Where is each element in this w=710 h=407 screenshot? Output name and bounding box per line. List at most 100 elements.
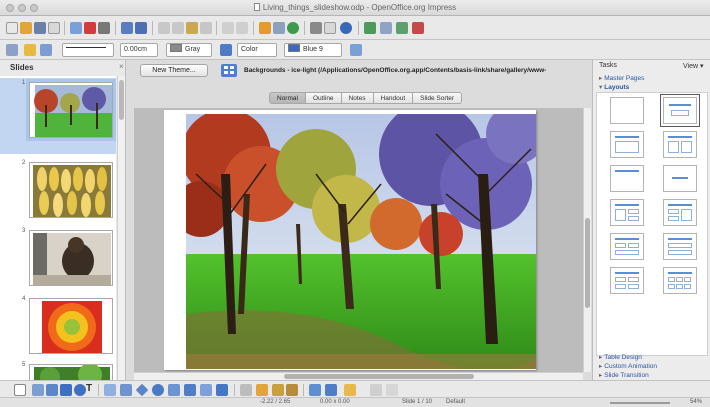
layout-title-4content[interactable] xyxy=(610,267,644,294)
save-icon[interactable] xyxy=(34,22,46,34)
gallery-icon[interactable] xyxy=(310,22,322,34)
flowchart-icon[interactable] xyxy=(184,384,196,396)
spellcheck-icon[interactable] xyxy=(121,22,133,34)
new-theme-button[interactable]: New Theme... xyxy=(140,64,208,77)
slide-thumbnail-1[interactable] xyxy=(26,79,116,141)
mail-icon[interactable] xyxy=(48,22,60,34)
gallery-toggle-icon[interactable] xyxy=(286,384,298,396)
slide-canvas[interactable] xyxy=(134,108,583,372)
tasks-view-menu[interactable]: View ▾ xyxy=(683,62,704,70)
layout-blank[interactable] xyxy=(610,97,644,124)
horizontal-scrollbar[interactable] xyxy=(134,372,583,380)
area-color-select[interactable]: Blue 9 xyxy=(284,43,342,57)
custom-animation-section[interactable]: ▸ Custom Animation xyxy=(599,362,657,370)
cut-icon[interactable] xyxy=(158,22,170,34)
layout-title-content[interactable] xyxy=(610,131,644,158)
image-from-file-icon[interactable] xyxy=(272,384,284,396)
autospellcheck-icon[interactable] xyxy=(135,22,147,34)
area-style-select[interactable]: Color xyxy=(237,43,277,57)
tab-normal[interactable]: Normal xyxy=(269,92,306,104)
line-width-field[interactable]: 0.00cm xyxy=(120,43,158,57)
layouts-section[interactable]: ▾ Layouts xyxy=(599,83,629,91)
layout-title-only[interactable] xyxy=(610,165,644,192)
master-pages-section[interactable]: ▸ Master Pages xyxy=(599,74,644,82)
arrow-line-icon[interactable] xyxy=(46,384,58,396)
export-pdf-icon[interactable] xyxy=(84,22,96,34)
autumn-trees-photo[interactable] xyxy=(186,114,536,369)
slide-layout-icon[interactable] xyxy=(396,22,408,34)
zoom-icon[interactable] xyxy=(324,22,336,34)
area-icon[interactable] xyxy=(220,44,232,56)
clone-formatting-icon[interactable] xyxy=(200,22,212,34)
chart-icon[interactable] xyxy=(259,22,271,34)
print-icon[interactable] xyxy=(98,22,110,34)
drawing-icon[interactable] xyxy=(6,44,18,56)
paste-icon[interactable] xyxy=(186,22,198,34)
crop-icon[interactable] xyxy=(386,384,398,396)
undo-icon[interactable] xyxy=(222,22,234,34)
basic-shapes-icon[interactable] xyxy=(135,383,149,397)
callouts-icon[interactable] xyxy=(200,384,212,396)
layout-title-content-2content[interactable] xyxy=(663,199,697,226)
layout-title-two-content[interactable] xyxy=(663,131,697,158)
select-arrow-icon[interactable] xyxy=(14,384,26,396)
points-icon[interactable] xyxy=(240,384,252,396)
arrow-style-icon[interactable] xyxy=(40,44,52,56)
open-folder-icon[interactable] xyxy=(20,22,32,34)
gallery-view-icon[interactable] xyxy=(221,64,237,77)
current-slide[interactable] xyxy=(164,110,536,370)
vertical-scrollbar[interactable] xyxy=(583,108,591,372)
copy-icon[interactable] xyxy=(172,22,184,34)
slide-transition-section[interactable]: ▸ Slide Transition xyxy=(599,371,649,379)
tab-handout[interactable]: Handout xyxy=(373,92,414,104)
slide-thumbnail-4[interactable] xyxy=(29,298,113,354)
redo-icon[interactable] xyxy=(236,22,248,34)
symbol-shapes-icon[interactable] xyxy=(152,384,164,396)
slides-scrollbar[interactable] xyxy=(117,76,125,380)
help-icon[interactable] xyxy=(340,22,352,34)
stars-icon[interactable] xyxy=(216,384,228,396)
zoom-slider[interactable] xyxy=(610,402,670,404)
slide-icon[interactable] xyxy=(364,22,376,34)
tab-slide-sorter[interactable]: Slide Sorter xyxy=(413,92,463,104)
line-style-select[interactable] xyxy=(62,43,114,57)
slide-thumbnail-3[interactable] xyxy=(29,230,113,286)
new-document-icon[interactable] xyxy=(6,22,18,34)
layout-title-content-over-content[interactable] xyxy=(663,233,697,260)
tab-outline[interactable]: Outline xyxy=(305,92,342,104)
arrange-icon[interactable] xyxy=(344,384,356,396)
slide-thumbnail-2[interactable] xyxy=(29,162,113,218)
align-icon[interactable] xyxy=(325,384,337,396)
layout-centered-text[interactable] xyxy=(663,165,697,192)
table-design-section[interactable]: ▸ Table Design xyxy=(599,353,642,361)
close-pane-button[interactable]: × xyxy=(119,62,124,71)
line-color-select[interactable]: Gray xyxy=(166,43,212,57)
slide-thumbnail-5[interactable] xyxy=(29,364,113,380)
scrollbar-thumb[interactable] xyxy=(284,374,474,379)
fontwork-icon[interactable] xyxy=(256,384,268,396)
shadow-toggle-icon[interactable] xyxy=(370,384,382,396)
table-icon[interactable] xyxy=(273,22,285,34)
layout-title-2content-over-content[interactable] xyxy=(610,233,644,260)
block-arrows-icon[interactable] xyxy=(168,384,180,396)
tab-notes[interactable]: Notes xyxy=(341,92,374,104)
connector-icon[interactable] xyxy=(120,384,132,396)
ellipse-icon[interactable] xyxy=(74,384,86,396)
main-editing-area: New Theme... Backgrounds - ice-light (/A… xyxy=(126,60,592,380)
presentation-icon[interactable] xyxy=(412,22,424,34)
layout-title-2content-content[interactable] xyxy=(610,199,644,226)
text-tool-icon[interactable]: T xyxy=(86,383,92,394)
scrollbar-thumb[interactable] xyxy=(119,80,124,120)
edit-file-icon[interactable] xyxy=(70,22,82,34)
line-icon[interactable] xyxy=(24,44,36,56)
line-tool-icon[interactable] xyxy=(32,384,44,396)
rectangle-icon[interactable] xyxy=(60,384,72,396)
scrollbar-thumb[interactable] xyxy=(585,218,590,308)
shadow-icon[interactable] xyxy=(350,44,362,56)
extrusion-icon[interactable] xyxy=(309,384,321,396)
navigator-icon[interactable] xyxy=(287,22,299,34)
curve-icon[interactable] xyxy=(104,384,116,396)
slide-design-icon[interactable] xyxy=(380,22,392,34)
layout-title-6content[interactable] xyxy=(663,267,697,294)
layout-title-slide[interactable] xyxy=(660,94,700,127)
